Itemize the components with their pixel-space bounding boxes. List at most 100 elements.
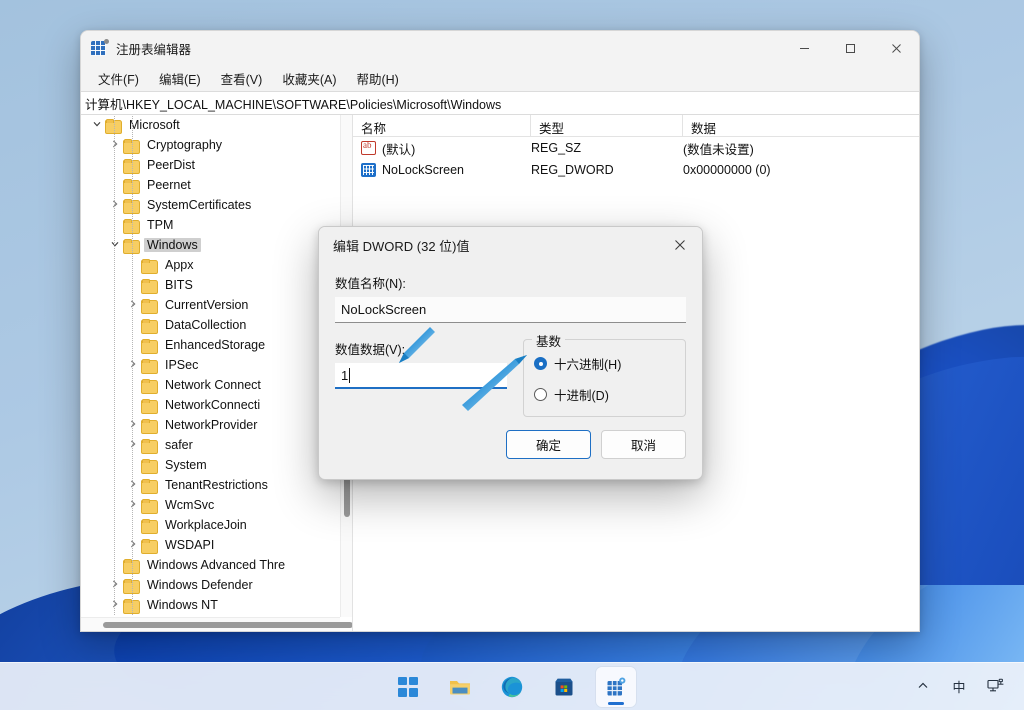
menu-help[interactable]: 帮助(H): [347, 66, 407, 91]
chevron-down-icon[interactable]: [107, 239, 123, 251]
tree-node[interactable]: CurrentVersion: [81, 295, 340, 315]
chevron-right-icon[interactable]: [107, 199, 123, 211]
value-data-cell: 0x00000000 (0): [683, 163, 771, 177]
tree-node[interactable]: System: [81, 455, 340, 475]
registry-tree: Microsoft Cryptography PeerDist Peernet Syst…: [81, 115, 340, 615]
chevron-right-icon[interactable]: [125, 419, 141, 431]
chevron-right-icon[interactable]: [125, 299, 141, 311]
address-bar[interactable]: 计算机\HKEY_LOCAL_MACHINE\SOFTWARE\Policies…: [81, 91, 919, 115]
column-header-type[interactable]: 类型: [531, 115, 683, 136]
chevron-right-icon[interactable]: [125, 439, 141, 451]
chevron-right-icon[interactable]: [107, 579, 123, 591]
tree-node[interactable]: NetworkProvider: [81, 415, 340, 435]
base-radio-group: 基数 十六进制(H) 十进制(D): [523, 331, 686, 417]
cancel-button[interactable]: 取消: [601, 430, 686, 459]
network-icon-button[interactable]: [984, 671, 1008, 701]
registry-editor-button[interactable]: [596, 666, 636, 707]
tree-node[interactable]: WorkplaceJoin: [81, 515, 340, 535]
ime-indicator[interactable]: 中: [948, 671, 970, 701]
folder-icon: [141, 318, 158, 334]
value-type-cell: REG_SZ: [531, 141, 582, 155]
minimize-button[interactable]: [781, 31, 827, 65]
tree-node[interactable]: PeerDist: [81, 155, 340, 175]
table-row[interactable]: NoLockScreen REG_DWORD 0x00000000 (0): [353, 159, 919, 181]
chevron-right-icon[interactable]: [125, 499, 141, 511]
tree-node-label: Windows NT: [147, 598, 218, 612]
tree-node[interactable]: Windows Defender: [81, 575, 340, 595]
edit-dword-dialog: 编辑 DWORD (32 位)值 数值名称(N): NoLockScreen 数…: [318, 226, 703, 480]
start-button[interactable]: [388, 667, 428, 707]
value-data-input[interactable]: 1: [335, 363, 507, 389]
menu-view[interactable]: 查看(V): [212, 66, 272, 91]
close-button[interactable]: [873, 31, 919, 65]
window-controls: [781, 31, 919, 65]
edge-button[interactable]: [492, 667, 532, 707]
dialog-body: 数值名称(N): NoLockScreen 数值数据(V): 1 基数 十六进制…: [319, 263, 702, 479]
show-hidden-icons-button[interactable]: [912, 671, 934, 701]
radio-decimal-indicator[interactable]: [534, 388, 547, 401]
menu-file[interactable]: 文件(F): [89, 66, 148, 91]
value-name-input[interactable]: NoLockScreen: [335, 297, 686, 323]
tree-node-label: WorkplaceJoin: [165, 518, 247, 532]
tree-node[interactable]: EnhancedStorage: [81, 335, 340, 355]
file-explorer-button[interactable]: [440, 667, 480, 707]
menu-favorites[interactable]: 收藏夹(A): [273, 66, 345, 91]
tree-node[interactable]: WSDAPI: [81, 535, 340, 555]
tree-node[interactable]: NetworkConnecti: [81, 395, 340, 415]
tree-node[interactable]: Network Connect: [81, 375, 340, 395]
ok-button[interactable]: 确定: [506, 430, 591, 459]
taskbar-icons: [388, 666, 636, 707]
chevron-right-icon[interactable]: [107, 599, 123, 611]
value-data-cell: (数值未设置): [683, 142, 754, 157]
radio-hexadecimal[interactable]: 十六进制(H): [534, 354, 675, 373]
column-header-data[interactable]: 数据: [683, 115, 919, 136]
tree-node[interactable]: Appx: [81, 255, 340, 275]
radio-hexadecimal-indicator[interactable]: [534, 357, 547, 370]
text-caret: [349, 367, 351, 383]
tree-node[interactable]: BITS: [81, 275, 340, 295]
tree-node-label: System: [165, 458, 207, 472]
folder-icon: [123, 598, 140, 614]
column-header-name[interactable]: 名称: [353, 115, 531, 136]
tree-node[interactable]: WcmSvc: [81, 495, 340, 515]
radio-decimal[interactable]: 十进制(D): [534, 385, 675, 404]
dialog-close-button[interactable]: [658, 227, 702, 263]
chevron-right-icon[interactable]: [125, 359, 141, 371]
tree-node[interactable]: Windows NT: [81, 595, 340, 615]
tree-node[interactable]: Microsoft: [81, 115, 340, 135]
tree-node-label: safer: [165, 438, 193, 452]
tree-node[interactable]: safer: [81, 435, 340, 455]
tree-node[interactable]: Cryptography: [81, 135, 340, 155]
folder-icon: [123, 158, 140, 174]
chevron-right-icon[interactable]: [107, 139, 123, 151]
tree-node-label: EnhancedStorage: [165, 338, 266, 352]
window-titlebar[interactable]: 注册表编辑器: [81, 31, 919, 65]
maximize-button[interactable]: [827, 31, 873, 65]
tree-horizontal-scrollbar-thumb[interactable]: [103, 622, 352, 628]
tree-node[interactable]: Peernet: [81, 175, 340, 195]
folder-icon: [141, 338, 158, 354]
menu-edit[interactable]: 编辑(E): [150, 66, 210, 91]
tree-node[interactable]: DataCollection: [81, 315, 340, 335]
chevron-down-icon[interactable]: [89, 119, 105, 131]
tree-guide-line: [114, 115, 115, 615]
folder-icon: [141, 398, 158, 414]
values-column-header: 名称 类型 数据: [353, 115, 919, 137]
tree-horizontal-scrollbar[interactable]: [81, 617, 352, 631]
folder-icon: [123, 558, 140, 574]
chevron-right-icon[interactable]: [125, 539, 141, 551]
tree-node[interactable]: IPSec: [81, 355, 340, 375]
folder-icon: [123, 238, 140, 254]
tree-node[interactable]: Windows: [81, 235, 340, 255]
tree-node[interactable]: Windows Advanced Thre: [81, 555, 340, 575]
tree-node[interactable]: TenantRestrictions: [81, 475, 340, 495]
dialog-title: 编辑 DWORD (32 位)值: [333, 238, 470, 254]
store-icon: [555, 678, 573, 695]
dialog-titlebar[interactable]: 编辑 DWORD (32 位)值: [319, 227, 702, 263]
tree-node[interactable]: SystemCertificates: [81, 195, 340, 215]
microsoft-store-button[interactable]: [544, 667, 584, 707]
table-row[interactable]: (默认) REG_SZ (数值未设置): [353, 137, 919, 159]
tree-node[interactable]: TPM: [81, 215, 340, 235]
chevron-right-icon[interactable]: [125, 479, 141, 491]
tree-guide-line: [132, 115, 133, 615]
